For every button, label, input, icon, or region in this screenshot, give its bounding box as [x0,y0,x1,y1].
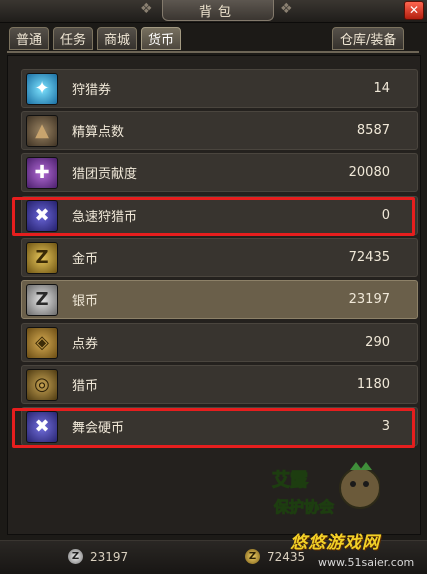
window-title: 背包 [162,0,274,21]
tab-divider [7,51,419,53]
currency-value: 1180 [356,377,390,392]
currency-name: 银币 [72,294,99,309]
currency-value: 14 [373,81,390,96]
hunter-coin-icon: ◎ [26,368,58,401]
silver-coin-icon: Z [68,549,83,564]
currency-row-hunt-ticket[interactable]: ✦ 狩猎券 14 [21,69,418,108]
gold-coin-icon: Z [245,549,260,564]
tab-warehouse[interactable]: 仓库/装备 [332,27,405,50]
svg-text:保护协会: 保护协会 [273,498,334,516]
currency-value: 72435 [348,250,390,265]
ornament-left-icon: ❖ [140,1,153,17]
currency-value: 20080 [348,165,390,180]
point-ticket-icon: ◈ [26,326,58,359]
tab-bar: 普通 任务 商城 货币 [9,27,182,52]
ornament-right-icon: ❖ [280,1,293,17]
watermark-logo: 艾露 保护协会 [272,462,380,517]
currency-value: 23197 [348,292,390,307]
close-button[interactable]: ✕ [404,1,424,20]
currency-name: 猎团贡献度 [72,167,138,182]
footer-silver-value: 23197 [90,550,129,564]
currency-value: 290 [365,335,390,350]
currency-row-gold-coin[interactable]: Z 金币 72435 [21,238,418,277]
watermark-site-name: 悠悠游戏网 [290,533,380,553]
currency-row-guild-contribution[interactable]: ✚ 猎团贡献度 20080 [21,153,418,192]
currency-row-point-ticket[interactable]: ◈ 点券 290 [21,323,418,362]
highlight-box-dance-coin [12,408,415,448]
currency-name: 精算点数 [72,125,125,140]
currency-row-hunter-coin[interactable]: ◎ 猎币 1180 [21,365,418,404]
silver-coin-icon: Z [26,283,58,316]
currency-value: 8587 [356,123,390,138]
currency-row-silver-coin[interactable]: Z 银币 23197 [21,280,418,319]
currency-name: 点券 [72,337,99,352]
currency-name: 狩猎券 [72,83,112,98]
currency-name: 猎币 [72,379,99,394]
poop-points-icon: ▲ [26,114,58,147]
guild-contribution-icon: ✚ [26,156,58,189]
currency-name: 金币 [72,252,99,267]
highlight-box-quick-hunt-coin [12,197,415,236]
tab-shop[interactable]: 商城 [97,27,138,50]
tab-quest[interactable]: 任务 [53,27,94,50]
tab-currency[interactable]: 货币 [141,27,182,50]
hunt-ticket-icon: ✦ [26,72,58,105]
svg-text:艾露: 艾露 [272,469,309,491]
currency-row-poop-points[interactable]: ▲ 精算点数 8587 [21,111,418,150]
tab-normal[interactable]: 普通 [9,27,50,50]
watermark-url: www.51saier.com [318,556,415,569]
gold-coin-icon: Z [26,241,58,274]
